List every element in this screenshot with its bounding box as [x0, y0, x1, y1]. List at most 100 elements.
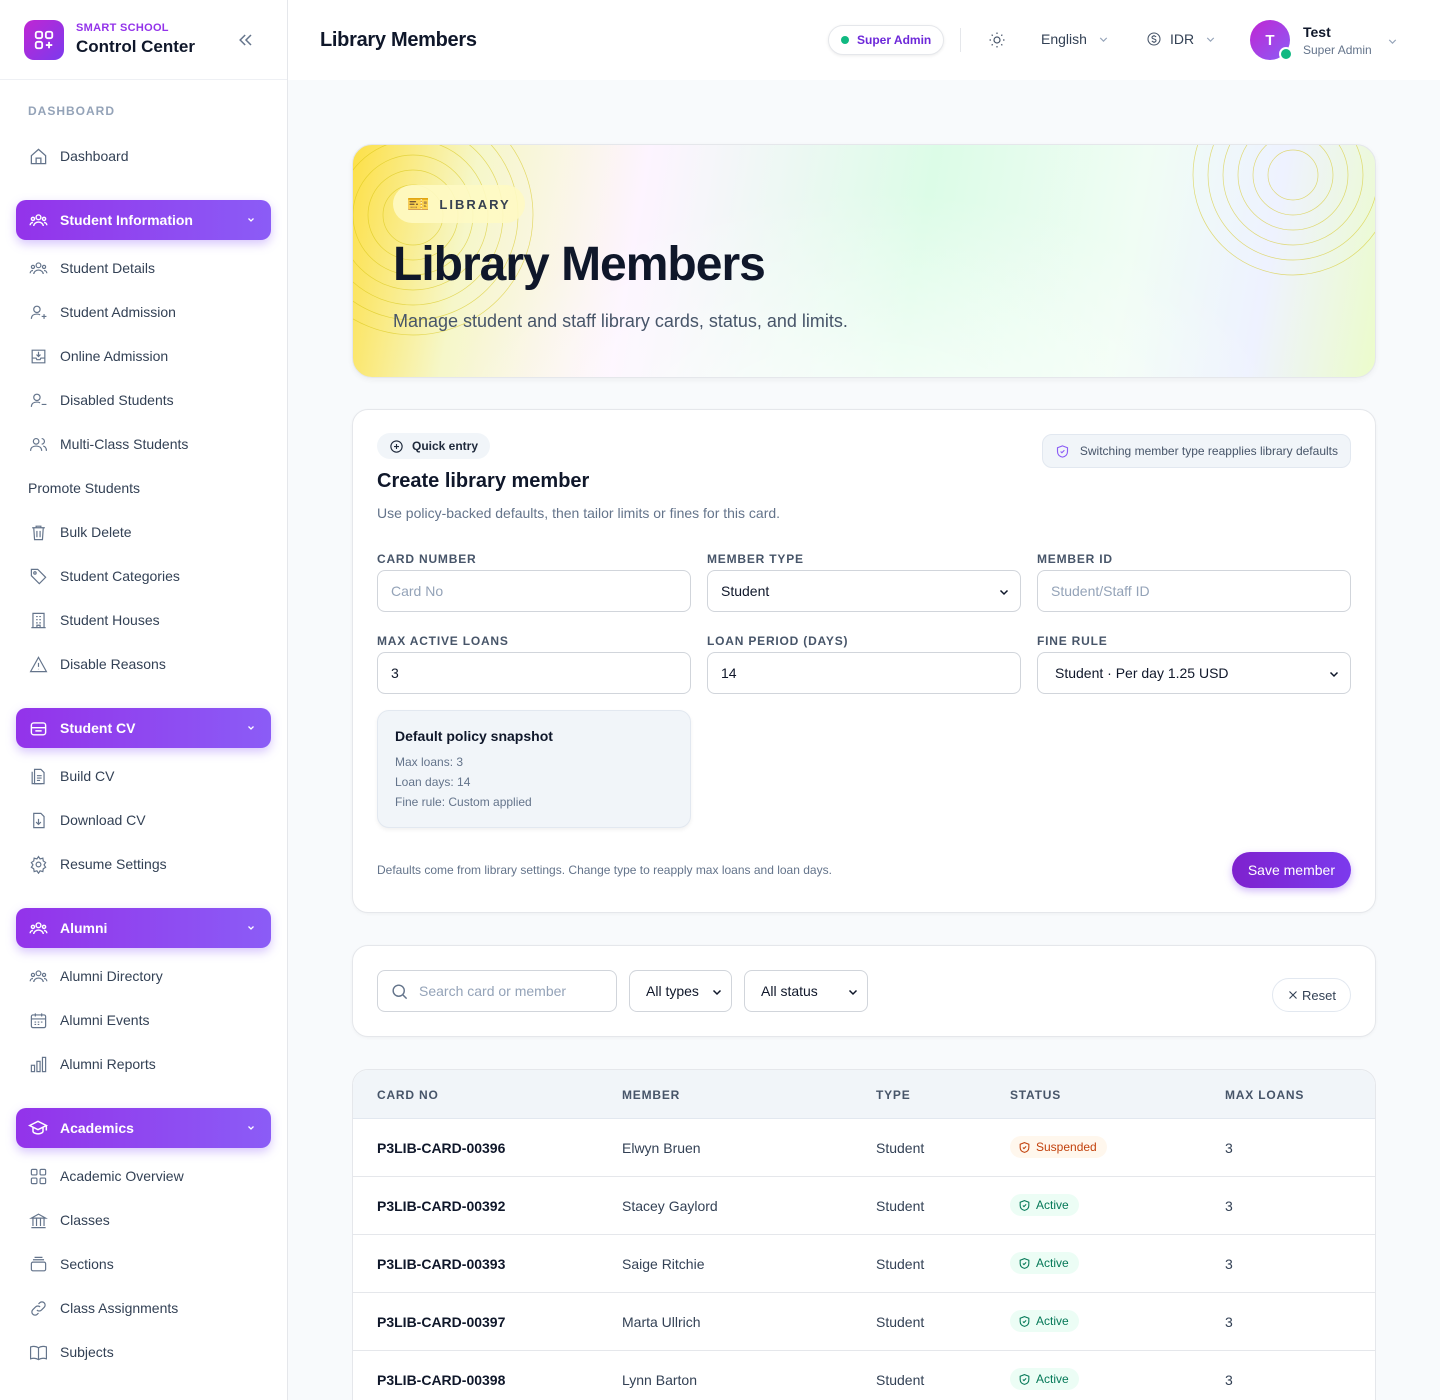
card-number-input[interactable]: Card No	[377, 570, 691, 612]
sidebar-item-classes[interactable]: Classes	[16, 1202, 272, 1238]
sidebar-item-label: Student Admission	[60, 304, 176, 320]
fine-rule-label: FINE RULE	[1037, 634, 1108, 648]
table-row[interactable]: P3LIB-CARD-00397 Marta Ullrich Student Acti…	[353, 1293, 1375, 1351]
trash-icon	[28, 522, 48, 542]
gear-icon	[28, 854, 48, 874]
brand-subtitle: SMART SCHOOL	[76, 22, 169, 34]
sidebar-item-download-cv[interactable]: Download CV	[16, 802, 272, 838]
status-label: Active	[1036, 1198, 1069, 1212]
sidebar-item-student-houses[interactable]: Student Houses	[16, 602, 272, 638]
reset-button[interactable]: Reset	[1272, 978, 1351, 1012]
language-value: English	[1041, 31, 1087, 47]
sidebar-item-student-categories[interactable]: Student Categories	[16, 558, 272, 594]
sidebar-item-dashboard[interactable]: Dashboard	[16, 138, 272, 174]
coin-icon	[1146, 31, 1162, 47]
chevron-down-icon[interactable]	[1386, 35, 1399, 48]
user-name: Test	[1303, 24, 1331, 40]
cell-max-loans: 3	[1225, 1372, 1233, 1388]
search-input[interactable]: Search card or member	[377, 970, 617, 1012]
sidebar-item-disabled-students[interactable]: Disabled Students	[16, 382, 272, 418]
book-open-icon	[28, 1342, 48, 1362]
cell-member: Saige Ritchie	[622, 1256, 705, 1272]
snapshot-loan-days: Loan days: 14	[395, 775, 471, 789]
sidebar-item-label: Download CV	[60, 812, 146, 828]
sidebar-item-subjects[interactable]: Subjects	[16, 1334, 272, 1370]
brand: SMART SCHOOL Control Center	[0, 0, 287, 80]
defaults-note-text: Switching member type reapplies library …	[1079, 444, 1338, 458]
sun-icon[interactable]	[988, 31, 1006, 49]
sidebar-item-class-assignments[interactable]: Class Assignments	[16, 1290, 272, 1326]
chevron-down-icon	[245, 722, 257, 734]
sidebar-item-sections[interactable]: Sections	[16, 1246, 272, 1282]
chevron-down-icon	[1097, 33, 1110, 46]
table-row[interactable]: P3LIB-CARD-00398 Lynn Barton Student Active…	[353, 1351, 1375, 1400]
type-filter-select[interactable]: All types	[629, 970, 732, 1012]
form-subtitle: Use policy-backed defaults, then tailor …	[377, 505, 781, 521]
status-badge: Active	[1010, 1310, 1079, 1332]
snapshot-max-loans: Max loans: 3	[395, 755, 464, 769]
table-row[interactable]: P3LIB-CARD-00393 Saige Ritchie Student Acti…	[353, 1235, 1375, 1293]
sidebar-item-label: Disable Reasons	[60, 656, 166, 672]
column-header-card-no[interactable]: CARD NO	[377, 1088, 439, 1102]
column-header-max-loans[interactable]: MAX LOANS	[1225, 1088, 1304, 1102]
chevron-down-icon	[1328, 668, 1340, 680]
sidebar-item-alumni-events[interactable]: Alumni Events	[16, 1002, 272, 1038]
table-row[interactable]: P3LIB-CARD-00392 Stacey Gaylord Student Act…	[353, 1177, 1375, 1235]
sidebar-item-alumni-directory[interactable]: Alumni Directory	[16, 958, 272, 994]
sidebar-item-build-cv[interactable]: Build CV	[16, 758, 272, 794]
sidebar-group-alumni[interactable]: Alumni	[16, 908, 271, 948]
column-header-type[interactable]: TYPE	[876, 1088, 911, 1102]
sidebar-group-academics[interactable]: Academics	[16, 1108, 271, 1148]
status-filter-value: All status	[761, 983, 818, 999]
save-member-button[interactable]: Save member	[1231, 852, 1351, 888]
sidebar-item-online-admission[interactable]: Online Admission	[16, 338, 272, 374]
users-icon	[28, 210, 48, 230]
hero-subtitle: Manage student and staff library cards, …	[393, 311, 848, 331]
sidebar-item-label: Resume Settings	[60, 856, 167, 872]
avatar[interactable]: T	[1250, 20, 1293, 61]
sidebar-item-label: Alumni Reports	[60, 1056, 156, 1072]
sidebar-item-label: Academic Overview	[60, 1168, 184, 1184]
cell-member: Marta Ullrich	[622, 1314, 701, 1330]
card-number-label: CARD NUMBER	[377, 552, 477, 566]
column-header-status[interactable]: STATUS	[1010, 1088, 1061, 1102]
member-type-select[interactable]: Student	[707, 570, 1021, 612]
tag-icon	[28, 566, 48, 586]
section-dashboard: DASHBOARD	[28, 104, 115, 118]
fine-rule-select[interactable]: Student · Per day 1.25 USD	[1037, 652, 1351, 694]
sidebar-item-resume-settings[interactable]: Resume Settings	[16, 846, 272, 882]
online-indicator	[1279, 47, 1293, 61]
sidebar-item-alumni-reports[interactable]: Alumni Reports	[16, 1046, 272, 1082]
building-icon	[28, 610, 48, 630]
max-active-loans-input[interactable]: 3	[377, 652, 691, 694]
sidebar-item-bulk-delete[interactable]: Bulk Delete	[16, 514, 272, 550]
language-selector[interactable]: English	[1041, 31, 1110, 47]
column-header-member[interactable]: MEMBER	[622, 1088, 680, 1102]
status-label: Active	[1036, 1314, 1069, 1328]
ticket-icon: 🎫	[407, 193, 430, 214]
reset-label: Reset	[1302, 987, 1336, 1003]
chevron-down-icon	[998, 586, 1010, 598]
sidebar-item-student-admission[interactable]: Student Admission	[16, 294, 272, 330]
member-id-input[interactable]: Student/Staff ID	[1037, 570, 1351, 612]
cell-type: Student	[876, 1198, 925, 1214]
form-title: Create library member	[377, 470, 590, 492]
cell-max-loans: 3	[1225, 1314, 1233, 1330]
sidebar-item-disable-reasons[interactable]: Disable Reasons	[16, 646, 272, 682]
sidebar-item-multi-class-students[interactable]: Multi-Class Students	[16, 426, 272, 462]
sidebar-item-promote-students[interactable]: Promote Students	[16, 470, 272, 506]
sidebar-group-student-information[interactable]: Student Information	[16, 200, 271, 240]
table-row[interactable]: P3LIB-CARD-00396 Elwyn Bruen Student Suspen…	[353, 1119, 1375, 1177]
status-filter-select[interactable]: All status	[744, 970, 868, 1012]
sidebar-group-student-cv[interactable]: Student CV	[16, 708, 271, 748]
calendar-icon	[28, 1010, 48, 1030]
status-label: Active	[1036, 1256, 1069, 1270]
sidebar-group-label: Academics	[60, 1120, 134, 1136]
currency-selector[interactable]: IDR	[1146, 31, 1217, 47]
status-badge: Active	[1010, 1194, 1079, 1216]
sidebar-item-academic-overview[interactable]: Academic Overview	[16, 1158, 272, 1194]
collapse-sidebar-icon[interactable]	[236, 30, 256, 50]
sidebar-item-student-details[interactable]: Student Details	[16, 250, 272, 286]
sidebar-item-label: Subjects	[60, 1344, 114, 1360]
loan-period-input[interactable]: 14	[707, 652, 1021, 694]
